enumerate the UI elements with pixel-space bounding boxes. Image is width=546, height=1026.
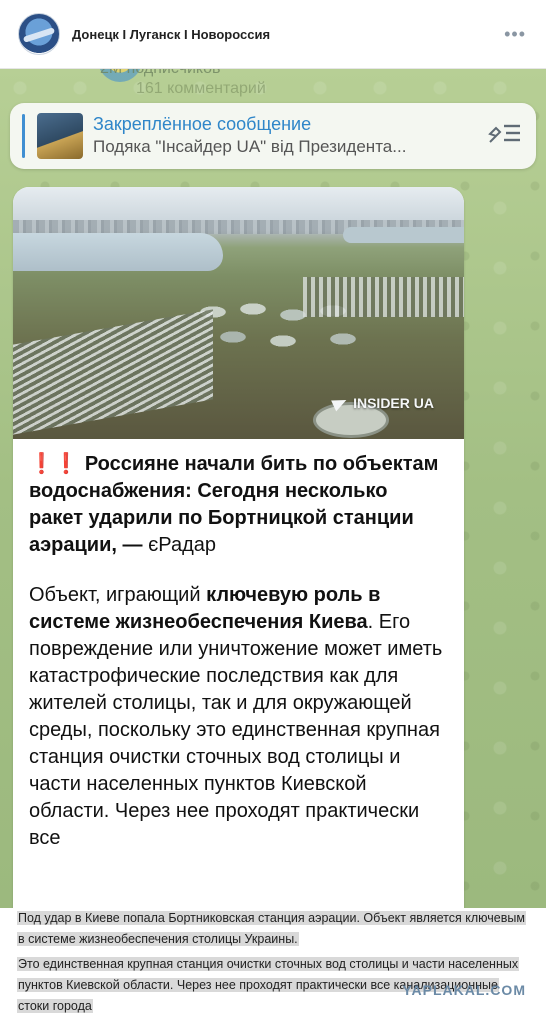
headline-text: Россияне начали бить по объектам водосна… — [29, 453, 439, 556]
pinned-text: Закреплённое сообщение Подяка "Інсайдер … — [93, 113, 484, 159]
pinned-thumbnail — [37, 113, 83, 159]
channel-avatar[interactable] — [18, 13, 60, 55]
message-body: Объект, играющий ключевую роль в системе… — [29, 582, 446, 852]
pinned-subtitle: Подяка "Інсайдер UA" від Президента... — [93, 137, 407, 156]
pinned-list-icon[interactable] — [484, 120, 524, 152]
photo-lake — [343, 227, 464, 243]
body-intro: Объект, играющий — [29, 584, 207, 606]
more-dots-icon[interactable]: ••• — [504, 24, 526, 45]
photo-river — [13, 233, 223, 271]
pinned-indicator — [22, 114, 25, 158]
channel-header: Донецк I Луганск I Новороссия ••• — [0, 0, 546, 69]
message-bubble: INSIDER UA ❗❗ Россияне начали бить по объ… — [13, 187, 464, 908]
pinned-message-bar[interactable]: Закреплённое сообщение Подяка "Інсайдер … — [10, 103, 536, 169]
faded-comments-text: 161 комментарий — [136, 80, 266, 97]
body-rest: . Его повреждение или уничтожение может … — [29, 611, 443, 849]
caption-1-text: Под удар в Киеве попала Бортниковская ст… — [17, 911, 526, 946]
telegram-arrow-icon — [331, 394, 349, 412]
photo-basins-right — [303, 277, 464, 317]
caption-1: Под удар в Киеве попала Бортниковская ст… — [17, 908, 532, 950]
aerial-photo[interactable]: INSIDER UA — [13, 187, 464, 439]
message-text: ❗❗ Россияне начали бить по объектам водос… — [13, 439, 464, 852]
watermark-text: INSIDER UA — [353, 395, 434, 411]
pin-list-svg — [488, 124, 520, 143]
faded-subscribers-text: 2М подписчиков — [100, 68, 221, 77]
telegram-screenshot: 2М подписчиков 161 комментарий Закреплён… — [0, 68, 546, 908]
article-captions: Под удар в Киеве попала Бортниковская ст… — [0, 908, 546, 1026]
headline-source: єРадар — [148, 534, 216, 556]
photo-basins — [13, 309, 213, 435]
exclamation-icon: ❗❗ — [29, 453, 79, 475]
channel-title[interactable]: Донецк I Луганск I Новороссия — [72, 27, 270, 42]
message-headline: ❗❗ Россияне начали бить по объектам водос… — [29, 451, 446, 559]
photo-watermark: INSIDER UA — [331, 394, 434, 412]
pinned-title: Закреплённое сообщение — [93, 114, 312, 134]
site-watermark: YAPLAKAL.COM — [402, 982, 526, 998]
